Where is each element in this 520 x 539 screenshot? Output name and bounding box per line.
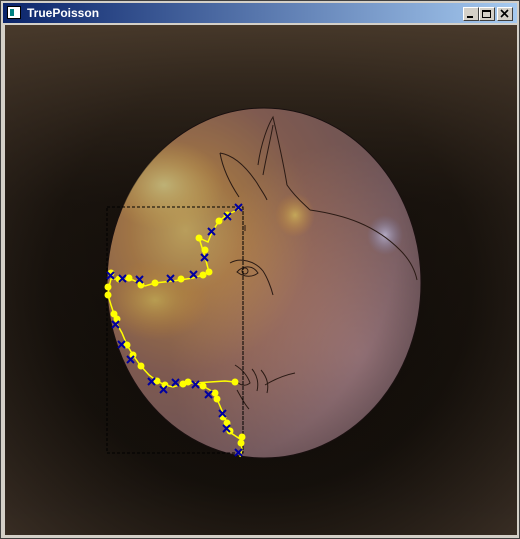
maximize-icon <box>482 10 491 18</box>
window-title: TruePoisson <box>27 6 100 20</box>
minimize-icon <box>467 16 473 18</box>
minimize-button[interactable] <box>463 7 479 21</box>
title-bar[interactable]: TruePoisson <box>3 3 517 23</box>
render-canvas[interactable] <box>5 25 517 535</box>
app-window: TruePoisson <box>0 0 520 539</box>
app-window-icon[interactable] <box>7 6 21 19</box>
canvas-area[interactable] <box>5 25 517 535</box>
close-button[interactable] <box>497 7 513 21</box>
close-icon <box>500 9 509 18</box>
maximize-button[interactable] <box>479 7 495 21</box>
